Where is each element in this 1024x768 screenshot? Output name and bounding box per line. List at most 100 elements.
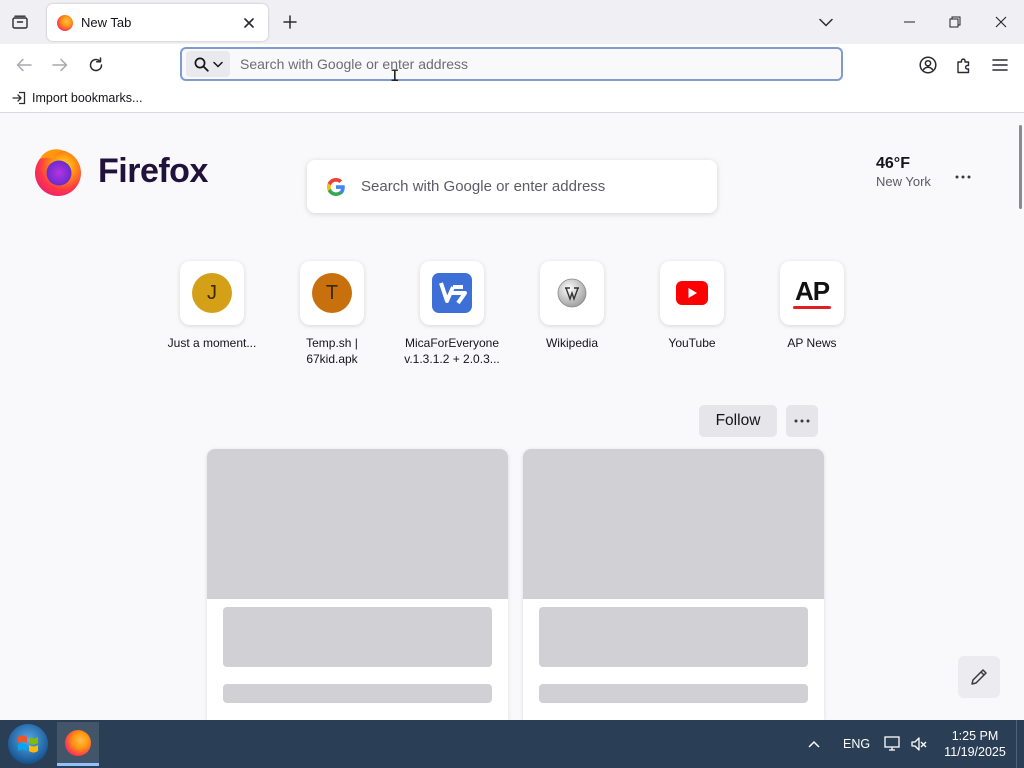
story-image-placeholder	[523, 449, 824, 599]
firefox-logo-icon	[35, 149, 81, 196]
firefox-logo: Firefox	[32, 145, 208, 197]
plus-icon	[283, 15, 297, 29]
network-icon	[884, 736, 900, 751]
wikipedia-icon	[557, 278, 587, 308]
minimize-icon	[903, 21, 915, 23]
account-icon	[919, 56, 937, 74]
shortcut-tile[interactable]: Wikipedia	[510, 261, 634, 351]
micaforeveryone-icon	[432, 273, 472, 313]
reload-icon	[89, 57, 103, 72]
shortcut-icon-box	[420, 261, 484, 325]
pencil-icon	[971, 669, 987, 685]
import-bookmarks-button[interactable]: Import bookmarks...	[12, 91, 142, 105]
story-card-placeholder[interactable]	[523, 449, 824, 720]
system-clock[interactable]: 1:25 PM 11/19/2025	[940, 728, 1010, 760]
extensions-button[interactable]	[951, 52, 977, 78]
app-menu-button[interactable]	[987, 52, 1013, 78]
customize-button[interactable]	[958, 656, 1000, 698]
newtab-search-placeholder: Search with Google or enter address	[361, 178, 606, 195]
shortcut-tile[interactable]: YouTube	[630, 261, 754, 351]
close-window-button[interactable]	[978, 0, 1024, 44]
shortcut-tile[interactable]: AP AP News	[750, 261, 874, 351]
shortcut-icon-box: T	[300, 261, 364, 325]
restore-icon	[949, 16, 961, 28]
navigation-toolbar: I	[0, 44, 1024, 86]
shortcut-label: Temp.sh | 67kid.apk	[306, 336, 358, 366]
chevron-down-icon	[819, 18, 833, 27]
new-tab-button[interactable]	[278, 10, 302, 34]
address-input[interactable]	[240, 56, 800, 72]
shortcut-label: AP News	[787, 336, 837, 350]
start-button[interactable]	[8, 724, 48, 764]
shortcuts-grid: J Just a moment... T Temp.sh |67kid.apk	[150, 261, 880, 381]
new-tab-page: Firefox Search with Google or enter addr…	[0, 113, 1024, 720]
speaker-muted-icon	[911, 737, 927, 751]
chevron-down-icon	[212, 61, 223, 68]
newtab-search-box[interactable]: Search with Google or enter address	[307, 160, 717, 213]
shortcut-icon-box: AP	[780, 261, 844, 325]
follow-button[interactable]: Follow	[699, 405, 777, 437]
import-bookmarks-label: Import bookmarks...	[32, 91, 143, 105]
shortcut-tile[interactable]: MicaForEveryone v.1.3.1.2 + 2.0.3...	[390, 261, 514, 367]
weather-menu-button[interactable]	[955, 163, 971, 184]
arrow-left-icon	[16, 58, 32, 72]
close-tab-button[interactable]	[240, 14, 258, 32]
account-button[interactable]	[915, 52, 941, 78]
language-indicator[interactable]: ENG	[843, 720, 870, 768]
tab-strip: New Tab	[0, 0, 1024, 44]
story-card-placeholder[interactable]	[207, 449, 508, 720]
more-dots-icon	[794, 419, 810, 423]
show-desktop-button[interactable]	[1016, 720, 1024, 768]
google-icon	[327, 177, 345, 196]
story-title-placeholder	[539, 607, 808, 667]
taskbar-firefox-button[interactable]	[57, 722, 99, 766]
text-cursor-icon: I	[390, 66, 400, 85]
shortcut-icon-box: J	[180, 261, 244, 325]
hamburger-menu-icon	[992, 59, 1008, 71]
firefox-icon	[65, 729, 91, 756]
tab-title: New Tab	[81, 15, 132, 30]
youtube-icon	[676, 281, 708, 305]
volume-button[interactable]	[910, 720, 928, 768]
chevron-up-icon	[808, 740, 820, 748]
scrollbar-thumb[interactable]	[1019, 125, 1022, 209]
windows-taskbar: ENG 1:25 PM 11/19/2025	[0, 720, 1024, 768]
show-hidden-icons-button[interactable]	[808, 720, 820, 768]
firefox-wordmark: Firefox	[98, 151, 208, 190]
shortcut-tile[interactable]: T Temp.sh | 67kid.apk	[270, 261, 394, 367]
letter-t-icon: T	[312, 273, 352, 313]
firefox-view-icon	[12, 15, 28, 29]
shortcut-label: Just a moment...	[167, 336, 257, 350]
topics-more-button[interactable]	[786, 405, 818, 437]
page-scrollbar[interactable]	[1016, 113, 1024, 720]
restore-button[interactable]	[932, 0, 978, 44]
close-icon	[995, 16, 1007, 28]
network-button[interactable]	[884, 720, 902, 768]
search-engine-button[interactable]	[186, 51, 230, 77]
bookmarks-toolbar: Import bookmarks...	[0, 86, 1024, 113]
firefox-view-button[interactable]	[6, 10, 34, 34]
shortcut-tile[interactable]: J Just a moment...	[150, 261, 274, 351]
clock-time: 1:25 PM	[951, 729, 999, 743]
reload-button[interactable]	[83, 52, 109, 78]
weather-widget[interactable]: 46°F New York	[876, 155, 931, 189]
tab-new-tab[interactable]: New Tab	[47, 4, 268, 41]
back-button[interactable]	[11, 52, 37, 78]
address-bar[interactable]	[180, 47, 843, 81]
search-icon	[194, 57, 209, 72]
ap-news-icon: AP	[793, 278, 831, 309]
windows-logo-icon	[18, 735, 38, 753]
minimize-button[interactable]	[886, 0, 932, 44]
shortcut-icon-box	[660, 261, 724, 325]
shortcut-label: YouTube	[668, 336, 716, 350]
story-meta-placeholder	[223, 684, 492, 703]
arrow-right-icon	[52, 58, 68, 72]
shortcut-label: Wikipedia	[545, 336, 599, 350]
weather-location: New York	[876, 174, 931, 189]
close-icon	[244, 17, 254, 28]
forward-button[interactable]	[47, 52, 73, 78]
more-dots-icon	[955, 175, 971, 179]
import-icon	[12, 91, 26, 105]
list-all-tabs-button[interactable]	[812, 10, 840, 34]
story-image-placeholder	[207, 449, 508, 599]
